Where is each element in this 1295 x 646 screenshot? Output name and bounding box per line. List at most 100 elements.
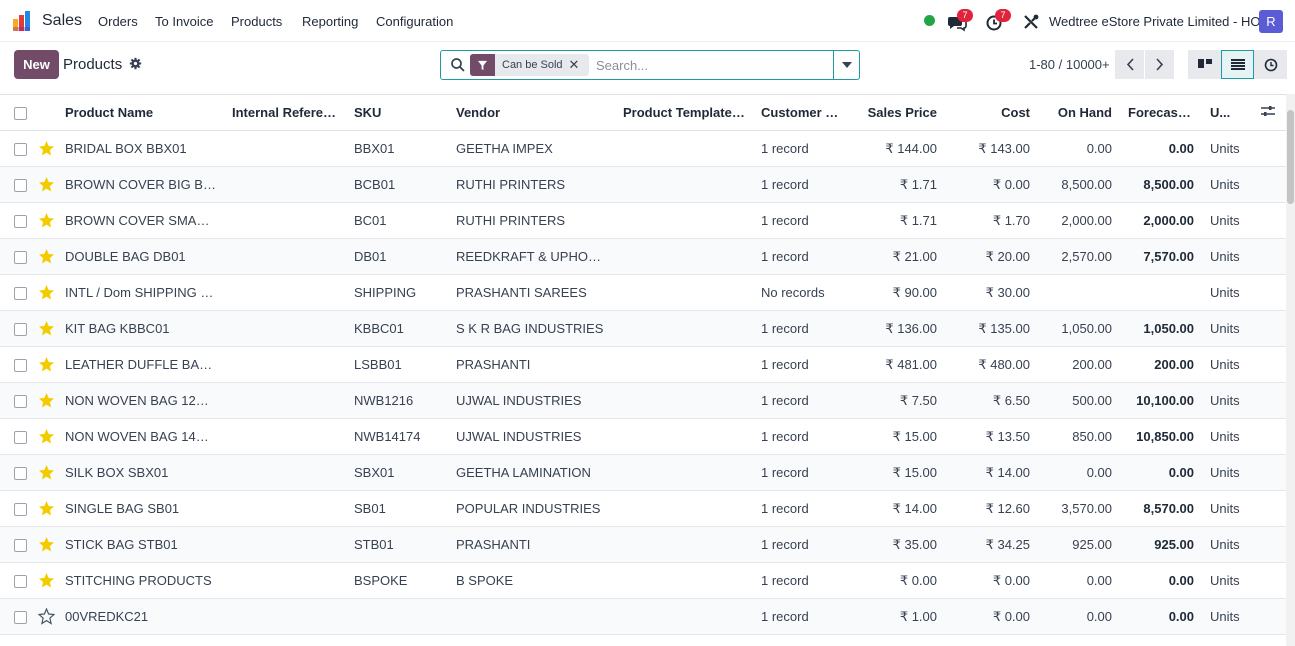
favorite-cell[interactable] xyxy=(38,202,57,239)
cell-on-hand[interactable]: 500.00 xyxy=(1038,382,1120,419)
cell-internal-reference[interactable] xyxy=(224,346,346,383)
cell-on-hand[interactable]: 2,000.00 xyxy=(1038,202,1120,239)
cell-cost[interactable]: ₹ 30.00 xyxy=(945,274,1038,311)
table-row[interactable]: SILK BOX SBX01 SBX01 GEETHA LAMINATION 1 re… xyxy=(0,454,1286,491)
favorite-cell[interactable] xyxy=(38,490,57,527)
cell-internal-reference[interactable] xyxy=(224,166,346,203)
cell-on-hand[interactable]: 0.00 xyxy=(1038,562,1120,599)
cell-sku[interactable]: SBX01 xyxy=(346,454,448,491)
search-icon[interactable] xyxy=(450,57,466,73)
cell-vendor[interactable]: POPULAR INDUSTRIES xyxy=(448,490,615,527)
cell-product-template-tags[interactable] xyxy=(615,166,753,203)
row-checkbox-cell[interactable] xyxy=(0,202,38,239)
cell-sku[interactable]: KBBC01 xyxy=(346,310,448,347)
favorite-cell[interactable] xyxy=(38,238,57,275)
cell-product-template-tags[interactable] xyxy=(615,346,753,383)
cell-sales-price[interactable]: ₹ 1.71 xyxy=(851,202,945,239)
table-row[interactable]: INTL / Dom SHIPPING CH... SHIPPING PRASHAN… xyxy=(0,274,1286,311)
cell-on-hand[interactable] xyxy=(1038,274,1120,311)
cell-sku[interactable]: LSBB01 xyxy=(346,346,448,383)
row-checkbox[interactable] xyxy=(14,215,27,229)
menu-reporting[interactable]: Reporting xyxy=(302,14,358,29)
favorite-cell[interactable] xyxy=(38,310,57,347)
cell-cost[interactable]: ₹ 0.00 xyxy=(945,166,1038,203)
cell-unit[interactable]: Units xyxy=(1202,346,1261,383)
company-switcher[interactable]: Wedtree eStore Private Limited - HO xyxy=(1049,14,1260,29)
cell-internal-reference[interactable] xyxy=(224,274,346,311)
cell-sales-price[interactable]: ₹ 21.00 xyxy=(851,238,945,275)
pager-value[interactable]: 1-80 / 10000+ xyxy=(1029,57,1110,72)
cell-internal-reference[interactable] xyxy=(224,526,346,563)
cell-unit[interactable]: Units xyxy=(1202,454,1261,491)
cell-product-template-tags[interactable] xyxy=(615,130,753,167)
favorite-cell[interactable] xyxy=(38,598,57,635)
cell-on-hand[interactable]: 850.00 xyxy=(1038,418,1120,455)
cell-on-hand[interactable]: 8,500.00 xyxy=(1038,166,1120,203)
cell-unit[interactable]: Units xyxy=(1202,382,1261,419)
cell-product-name[interactable]: STICK BAG STB01 xyxy=(57,526,224,563)
cell-cost[interactable]: ₹ 13.50 xyxy=(945,418,1038,455)
optional-columns-toggle[interactable] xyxy=(1261,94,1286,131)
column-vendor[interactable]: Vendor xyxy=(448,94,615,131)
row-checkbox-cell[interactable] xyxy=(0,274,38,311)
cell-sku[interactable]: DB01 xyxy=(346,238,448,275)
favorite-star-filled-icon[interactable] xyxy=(38,464,55,481)
cell-sku[interactable]: STB01 xyxy=(346,526,448,563)
cell-vendor[interactable]: PRASHANTI SAREES xyxy=(448,274,615,311)
search-input[interactable] xyxy=(596,55,826,75)
cell-cost[interactable]: ₹ 1.70 xyxy=(945,202,1038,239)
favorite-star-outline-icon[interactable] xyxy=(38,608,55,625)
cell-sales-price[interactable]: ₹ 90.00 xyxy=(851,274,945,311)
cell-internal-reference[interactable] xyxy=(224,490,346,527)
cell-unit[interactable]: Units xyxy=(1202,562,1261,599)
favorite-star-filled-icon[interactable] xyxy=(38,176,55,193)
cell-cost[interactable]: ₹ 12.60 xyxy=(945,490,1038,527)
column-sku[interactable]: SKU xyxy=(346,94,448,131)
cell-customer-taxes[interactable]: 1 record xyxy=(753,454,851,491)
select-all-checkbox[interactable] xyxy=(14,107,27,121)
cell-product-name[interactable]: INTL / Dom SHIPPING CH... xyxy=(57,274,224,311)
cell-internal-reference[interactable] xyxy=(224,562,346,599)
cell-sku[interactable]: BSPOKE xyxy=(346,562,448,599)
remove-facet-icon[interactable]: ✕ xyxy=(569,54,589,76)
cell-product-name[interactable]: NON WOVEN BAG 12X16 ... xyxy=(57,382,224,419)
menu-orders[interactable]: Orders xyxy=(98,14,138,29)
cell-internal-reference[interactable] xyxy=(224,454,346,491)
cell-internal-reference[interactable] xyxy=(224,382,346,419)
pager-next-button[interactable] xyxy=(1145,50,1174,79)
cell-forecasted[interactable]: 10,850.00 xyxy=(1120,418,1202,455)
row-checkbox[interactable] xyxy=(14,395,27,409)
cell-forecasted[interactable]: 0.00 xyxy=(1120,130,1202,167)
row-checkbox[interactable] xyxy=(14,251,27,265)
cell-sales-price[interactable]: ₹ 35.00 xyxy=(851,526,945,563)
favorite-star-filled-icon[interactable] xyxy=(38,140,55,157)
cell-on-hand[interactable]: 0.00 xyxy=(1038,598,1120,635)
row-checkbox[interactable] xyxy=(14,503,27,517)
cell-internal-reference[interactable] xyxy=(224,130,346,167)
debug-tools-icon[interactable] xyxy=(1021,12,1041,32)
cell-on-hand[interactable]: 0.00 xyxy=(1038,454,1120,491)
cell-product-name[interactable]: NON WOVEN BAG 14X17X... xyxy=(57,418,224,455)
cell-vendor[interactable]: UJWAL INDUSTRIES xyxy=(448,418,615,455)
cell-product-name[interactable]: 00VREDKC21 xyxy=(57,598,224,635)
cell-product-template-tags[interactable] xyxy=(615,382,753,419)
favorite-star-filled-icon[interactable] xyxy=(38,392,55,409)
favorite-star-filled-icon[interactable] xyxy=(38,284,55,301)
cell-sku[interactable]: NWB1216 xyxy=(346,382,448,419)
cell-sales-price[interactable]: ₹ 15.00 xyxy=(851,418,945,455)
cell-internal-reference[interactable] xyxy=(224,598,346,635)
row-checkbox-cell[interactable] xyxy=(0,346,38,383)
cell-forecasted[interactable]: 1,050.00 xyxy=(1120,310,1202,347)
table-row[interactable]: 00VREDKC21 1 record ₹ 1.00 ₹ 0.00 0.00 0.00 Un… xyxy=(0,598,1286,635)
menu-configuration[interactable]: Configuration xyxy=(376,14,453,29)
cell-product-name[interactable]: STITCHING PRODUCTS xyxy=(57,562,224,599)
cell-forecasted[interactable]: 8,570.00 xyxy=(1120,490,1202,527)
favorite-cell[interactable] xyxy=(38,130,57,167)
table-row[interactable]: SINGLE BAG SB01 SB01 POPULAR INDUSTRIES 1 r… xyxy=(0,490,1286,527)
cell-product-template-tags[interactable] xyxy=(615,238,753,275)
search-options-toggle[interactable] xyxy=(833,50,860,80)
row-checkbox-cell[interactable] xyxy=(0,238,38,275)
cell-customer-taxes[interactable]: 1 record xyxy=(753,166,851,203)
cell-sku[interactable]: BBX01 xyxy=(346,130,448,167)
cell-product-template-tags[interactable] xyxy=(615,202,753,239)
